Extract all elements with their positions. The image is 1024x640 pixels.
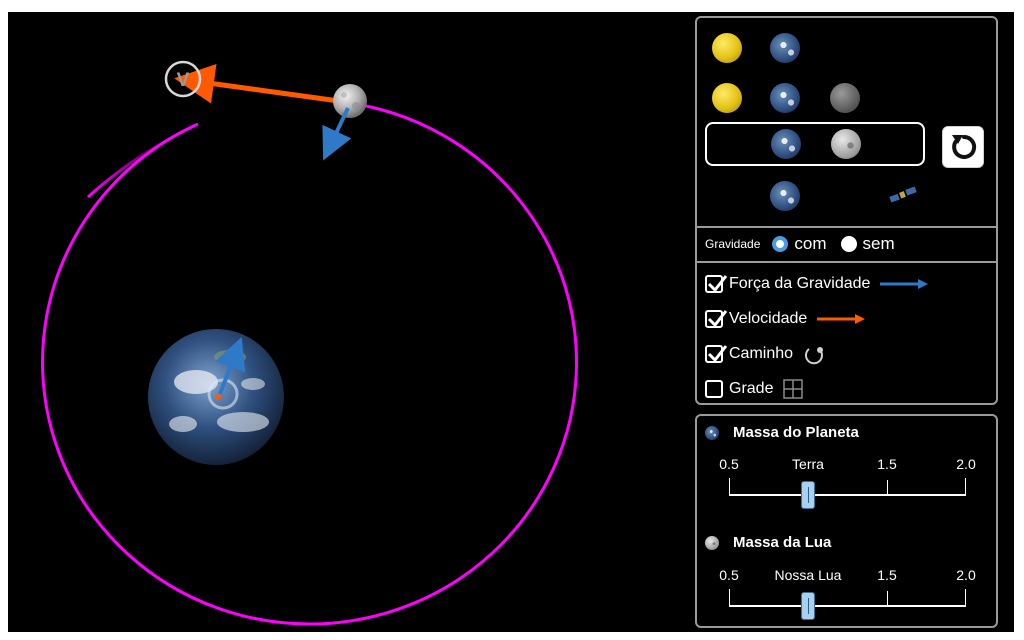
- moon-icon: [705, 535, 719, 550]
- planet-mass-tick-3: 2.0: [956, 456, 976, 472]
- sun-icon: [712, 33, 742, 63]
- satellite-icon: [889, 186, 917, 203]
- velocity-checkbox[interactable]: [705, 310, 728, 328]
- preset-sun-earth-moon[interactable]: [697, 78, 997, 118]
- mass-panel: Massa do Planeta 0.5 Terra 1.5 2.0 Massa…: [695, 414, 998, 628]
- separator: [697, 261, 996, 263]
- gravity-force-checkbox[interactable]: [705, 275, 728, 293]
- planet-mass-title-row: Massa do Planeta: [705, 424, 859, 441]
- gravity-on-label[interactable]: com: [794, 234, 826, 254]
- reset-button[interactable]: [942, 126, 984, 168]
- moon-orbit-path: [41, 100, 578, 626]
- planet-mass-track[interactable]: [729, 494, 966, 496]
- grid-option[interactable]: Grade: [705, 376, 804, 402]
- checkmark-icon: [707, 275, 728, 293]
- checkmark-icon: [707, 310, 728, 328]
- moon-mass-tick-mark: [729, 589, 730, 605]
- checkmark-icon: [707, 345, 728, 363]
- gravity-force-label: Força da Gravidade: [729, 275, 871, 292]
- moon-icon: [830, 83, 860, 113]
- grid-checkbox[interactable]: [705, 380, 723, 398]
- bodies-panel: Gravidade com sem Força da Gravidade Vel…: [695, 16, 998, 405]
- moon-mass-tick-2: 1.5: [877, 567, 897, 583]
- moon-body[interactable]: [333, 84, 367, 118]
- earth-icon: [705, 425, 719, 440]
- velocity-handle-label: V: [177, 70, 190, 91]
- sun-icon: [712, 83, 742, 113]
- earth-icon: [770, 33, 800, 63]
- gravity-on-radio[interactable]: [772, 236, 789, 252]
- path-icon: [805, 347, 824, 365]
- gravity-row: Gravidade com sem: [705, 232, 909, 256]
- gravity-force-option[interactable]: Força da Gravidade: [705, 271, 929, 297]
- moon-mass-track[interactable]: [729, 605, 966, 607]
- earth-velocity-dot: [215, 394, 221, 400]
- planet-mass-tick-2: 1.5: [877, 456, 897, 472]
- moon-mass-tick-3: 2.0: [956, 567, 976, 583]
- path-checkbox[interactable]: [705, 345, 728, 363]
- preset-earth-satellite[interactable]: [697, 178, 997, 218]
- gravity-off-radio[interactable]: [840, 236, 857, 252]
- earth-icon: [770, 83, 800, 113]
- path-label: Caminho: [729, 345, 794, 362]
- moon-mass-slider-thumb[interactable]: [800, 592, 815, 620]
- moon-mass-tick-mark: [887, 591, 888, 605]
- earth-icon: [771, 129, 801, 159]
- velocity-label: Velocidade: [729, 310, 808, 327]
- grid-icon: [783, 379, 804, 399]
- moon-mass-tick-mark: [965, 589, 966, 605]
- moon-mass-tick-0: 0.5: [719, 567, 739, 583]
- play-area[interactable]: V: [8, 12, 688, 632]
- planet-mass-tick-mark: [729, 478, 730, 494]
- preset-sun-earth[interactable]: [697, 28, 997, 68]
- moon-mass-tick-1: Nossa Lua: [774, 567, 842, 583]
- orange-arrow-icon: [817, 314, 866, 324]
- moon-mass-title: Massa da Lua: [733, 534, 832, 551]
- gravity-label: Gravidade: [705, 237, 761, 251]
- planet-mass-tick-1: Terra: [792, 456, 824, 472]
- planet-mass-tick-0: 0.5: [719, 456, 739, 472]
- planet-mass-title: Massa do Planeta: [733, 424, 859, 441]
- separator: [697, 226, 996, 228]
- grid-label: Grade: [729, 380, 774, 397]
- planet-mass-tick-mark: [965, 478, 966, 494]
- path-option[interactable]: Caminho: [705, 341, 825, 367]
- moon-mass-title-row: Massa da Lua: [705, 534, 831, 551]
- orbit-trail-fade: [86, 122, 199, 199]
- earth-icon: [770, 181, 800, 211]
- preset-earth-moon[interactable]: [705, 122, 925, 166]
- reset-icon: [952, 134, 977, 159]
- velocity-option[interactable]: Velocidade: [705, 306, 866, 332]
- blue-arrow-icon: [880, 279, 929, 289]
- planet-mass-slider-thumb[interactable]: [800, 481, 815, 509]
- moon-velocity-arrow[interactable]: [174, 63, 347, 105]
- moon-icon: [831, 129, 861, 159]
- gravity-off-label[interactable]: sem: [863, 234, 895, 254]
- planet-mass-tick-mark: [887, 480, 888, 494]
